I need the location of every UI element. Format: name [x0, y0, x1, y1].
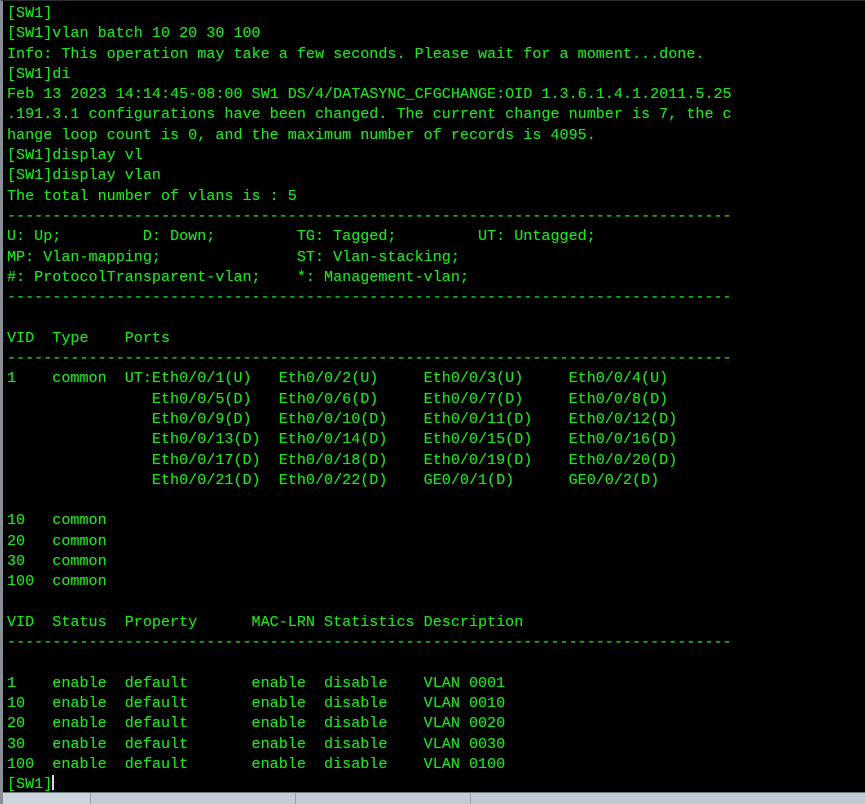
separator-line: ----------------------------------------… [7, 288, 732, 307]
terminal-line: U: Up; D: Down; TG: Tagged; UT: Untagged… [7, 227, 596, 246]
table-row: 30 common [7, 552, 107, 571]
table-row: Eth0/0/5(D) Eth0/0/6(D) Eth0/0/7(D) Eth0… [7, 389, 669, 408]
table-row: 1 enable default enable disable VLAN 000… [7, 673, 506, 692]
table-row: Eth0/0/21(D) Eth0/0/22(D) GE0/0/1(D) GE0… [7, 470, 660, 489]
terminal-line: .191.3.1 configurations have been change… [7, 105, 732, 124]
terminal-line: [SW1]di [7, 64, 71, 83]
table-row: Eth0/0/9(D) Eth0/0/10(D) Eth0/0/11(D) Et… [7, 409, 678, 428]
table-row: 10 enable default enable disable VLAN 00… [7, 694, 506, 713]
table-row: 20 common [7, 531, 107, 550]
status-bar-segment [471, 793, 865, 804]
command-prompt-line[interactable]: [SW1] [7, 774, 865, 793]
table-row: 30 enable default enable disable VLAN 00… [7, 734, 506, 753]
terminal-window[interactable]: [SW1] [SW1]vlan batch 10 20 30 100 Info:… [0, 0, 865, 804]
ports-table-header: VID Type Ports [7, 328, 171, 347]
terminal-line: [SW1] [7, 4, 53, 22]
table-row: 100 enable default enable disable VLAN 0… [7, 754, 506, 773]
status-bar [3, 792, 865, 804]
table-row: Eth0/0/13(D) Eth0/0/14(D) Eth0/0/15(D) E… [7, 430, 678, 449]
status-bar-segment [91, 793, 296, 804]
status-bar-segment [296, 793, 471, 804]
terminal-line: [SW1]display vl [7, 146, 143, 165]
text-cursor [52, 775, 55, 791]
separator-line: ----------------------------------------… [7, 633, 732, 652]
prompt-label: [SW1] [7, 775, 53, 793]
terminal-line: [SW1]display vlan [7, 166, 161, 185]
separator-line: ----------------------------------------… [7, 206, 732, 225]
table-row: 100 common [7, 572, 107, 591]
terminal-line: Feb 13 2023 14:14:45-08:00 SW1 DS/4/DATA… [7, 85, 732, 104]
terminal-line: hange loop count is 0, and the maximum n… [7, 125, 596, 144]
table-row: 20 enable default enable disable VLAN 00… [7, 714, 506, 733]
terminal-output-area[interactable]: [SW1] [SW1]vlan batch 10 20 30 100 Info:… [3, 1, 865, 793]
table-row: 1 common UT:Eth0/0/1(U) Eth0/0/2(U) Eth0… [7, 369, 669, 388]
terminal-line: The total number of vlans is : 5 [7, 186, 297, 205]
table-row: Eth0/0/17(D) Eth0/0/18(D) Eth0/0/19(D) E… [7, 450, 678, 469]
terminal-line: MP: Vlan-mapping; ST: Vlan-stacking; [7, 247, 460, 266]
terminal-line: Info: This operation may take a few seco… [7, 44, 705, 63]
terminal-line: #: ProtocolTransparent-vlan; *: Manageme… [7, 267, 469, 286]
separator-line: ----------------------------------------… [7, 349, 732, 368]
status-bar-segment [3, 793, 91, 804]
status-table-header: VID Status Property MAC-LRN Statistics D… [7, 612, 524, 631]
terminal-line: [SW1]vlan batch 10 20 30 100 [7, 24, 261, 43]
table-row: 10 common [7, 511, 107, 530]
